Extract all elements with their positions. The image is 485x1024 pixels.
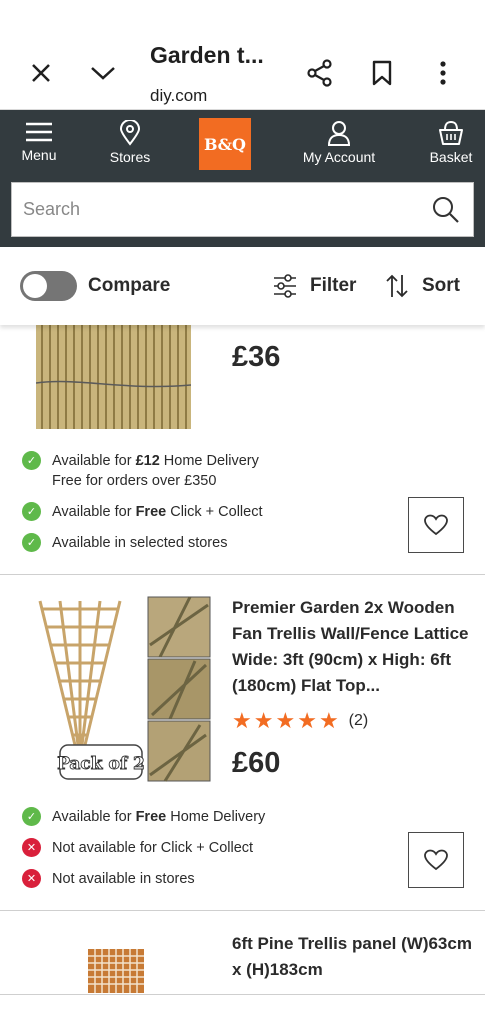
basket-icon	[439, 120, 463, 145]
delivery-price: Free	[135, 809, 167, 825]
review-count[interactable]: (2)	[349, 712, 369, 730]
sliders-icon	[274, 274, 296, 298]
page-title: Garden t...	[150, 42, 264, 68]
product-title[interactable]: Premier Garden 2x Wooden Fan Trellis Wal…	[232, 595, 477, 699]
toggle-knob	[23, 274, 47, 298]
share-icon[interactable]	[306, 58, 334, 88]
delivery-suffix: Home Delivery	[159, 453, 259, 469]
nav-basket-label: Basket	[429, 149, 473, 165]
search-bar	[11, 182, 474, 237]
check-icon: ✓	[22, 807, 41, 826]
bookmark-icon[interactable]	[370, 58, 394, 88]
chevron-down-icon[interactable]	[89, 60, 117, 86]
location-pin-icon	[119, 120, 141, 146]
delivery-prefix: Available for	[52, 453, 136, 469]
star-icon: ★	[318, 708, 339, 733]
collect-availability: ✓ Available for Free Click + Collect	[22, 502, 263, 522]
collect-suffix: Click + Collect	[166, 504, 263, 520]
nav-stores[interactable]: Stores	[100, 120, 160, 165]
nav-account[interactable]: My Account	[290, 120, 388, 165]
nav-account-label: My Account	[302, 149, 376, 165]
heart-icon	[424, 849, 448, 871]
wishlist-button[interactable]	[408, 832, 464, 888]
store-availability-text: Not available in stores	[52, 871, 195, 887]
star-icon: ★	[275, 708, 296, 733]
user-icon	[327, 121, 351, 146]
site-header: Menu Stores B&Q My Account Basket	[0, 110, 485, 247]
delivery-availability: ✓ Available for £12 Home Delivery Free f…	[22, 451, 259, 491]
store-availability-text: Available in selected stores	[52, 535, 228, 551]
page-url: diy.com	[150, 86, 208, 105]
product-card: Pack of 2 Premier Garden 2x Wooden Fan T…	[0, 575, 485, 911]
collect-prefix: Available for	[52, 504, 136, 520]
nav-stores-label: Stores	[109, 149, 151, 165]
product-title[interactable]: 6ft Pine Trellis panel (W)63cm x (H)183c…	[232, 931, 477, 983]
cross-icon: ✕	[22, 869, 41, 888]
product-card: £36 ✓ Available for £12 Home Delivery Fr…	[0, 325, 485, 575]
collect-price: Free	[135, 504, 167, 520]
delivery-availability: ✓ Available for Free Home Delivery	[22, 807, 265, 827]
star-icon: ★	[232, 708, 252, 733]
more-options-icon[interactable]	[433, 58, 453, 88]
pack-of-2-badge: Pack of 2	[57, 754, 145, 774]
compare-toggle[interactable]	[20, 271, 77, 301]
collect-availability-text: Not available for Click + Collect	[52, 840, 254, 856]
star-rating: ★ ★ ★ ★ ★ (2)	[232, 708, 368, 734]
filter-label: Filter	[310, 275, 357, 296]
filter-toolbar: Compare Filter Sort	[0, 247, 485, 325]
nav-menu-label: Menu	[21, 147, 57, 163]
product-image-bamboo-screening[interactable]	[36, 325, 191, 429]
delivery-prefix: Available for	[52, 809, 136, 825]
store-availability: ✓ Available in selected stores	[22, 533, 227, 553]
check-icon: ✓	[22, 533, 41, 552]
close-icon[interactable]	[28, 60, 54, 86]
delivery-note: Free for orders over £350	[52, 473, 217, 489]
product-image-pine-trellis[interactable]	[88, 949, 144, 993]
collect-availability: ✕ Not available for Click + Collect	[22, 838, 253, 858]
browser-toolbar: Garden t... diy.com	[0, 0, 485, 110]
product-card: 6ft Pine Trellis panel (W)63cm x (H)183c…	[0, 911, 485, 995]
search-icon[interactable]	[432, 196, 460, 229]
product-price: £60	[232, 747, 281, 779]
star-icon: ★	[253, 708, 274, 733]
nav-menu[interactable]: Menu	[14, 120, 64, 163]
filter-button[interactable]: Filter	[272, 273, 356, 299]
sort-arrows-icon	[386, 274, 408, 298]
delivery-price: £12	[135, 453, 160, 469]
compare-label: Compare	[88, 275, 171, 296]
nav-basket[interactable]: Basket	[424, 120, 478, 165]
search-input[interactable]	[12, 183, 412, 236]
product-price: £36	[232, 341, 281, 373]
star-icon: ★	[297, 708, 317, 733]
check-icon: ✓	[22, 502, 41, 521]
heart-icon	[424, 514, 448, 536]
bq-logo[interactable]: B&Q	[199, 118, 251, 170]
wishlist-button[interactable]	[408, 497, 464, 553]
delivery-suffix: Home Delivery	[166, 809, 266, 825]
check-icon: ✓	[22, 451, 41, 470]
store-availability: ✕ Not available in stores	[22, 869, 195, 889]
sort-button[interactable]: Sort	[384, 273, 460, 299]
product-image-fan-trellis[interactable]: Pack of 2	[30, 595, 212, 785]
cross-icon: ✕	[22, 838, 41, 857]
hamburger-icon	[26, 122, 52, 142]
sort-label: Sort	[422, 275, 460, 296]
